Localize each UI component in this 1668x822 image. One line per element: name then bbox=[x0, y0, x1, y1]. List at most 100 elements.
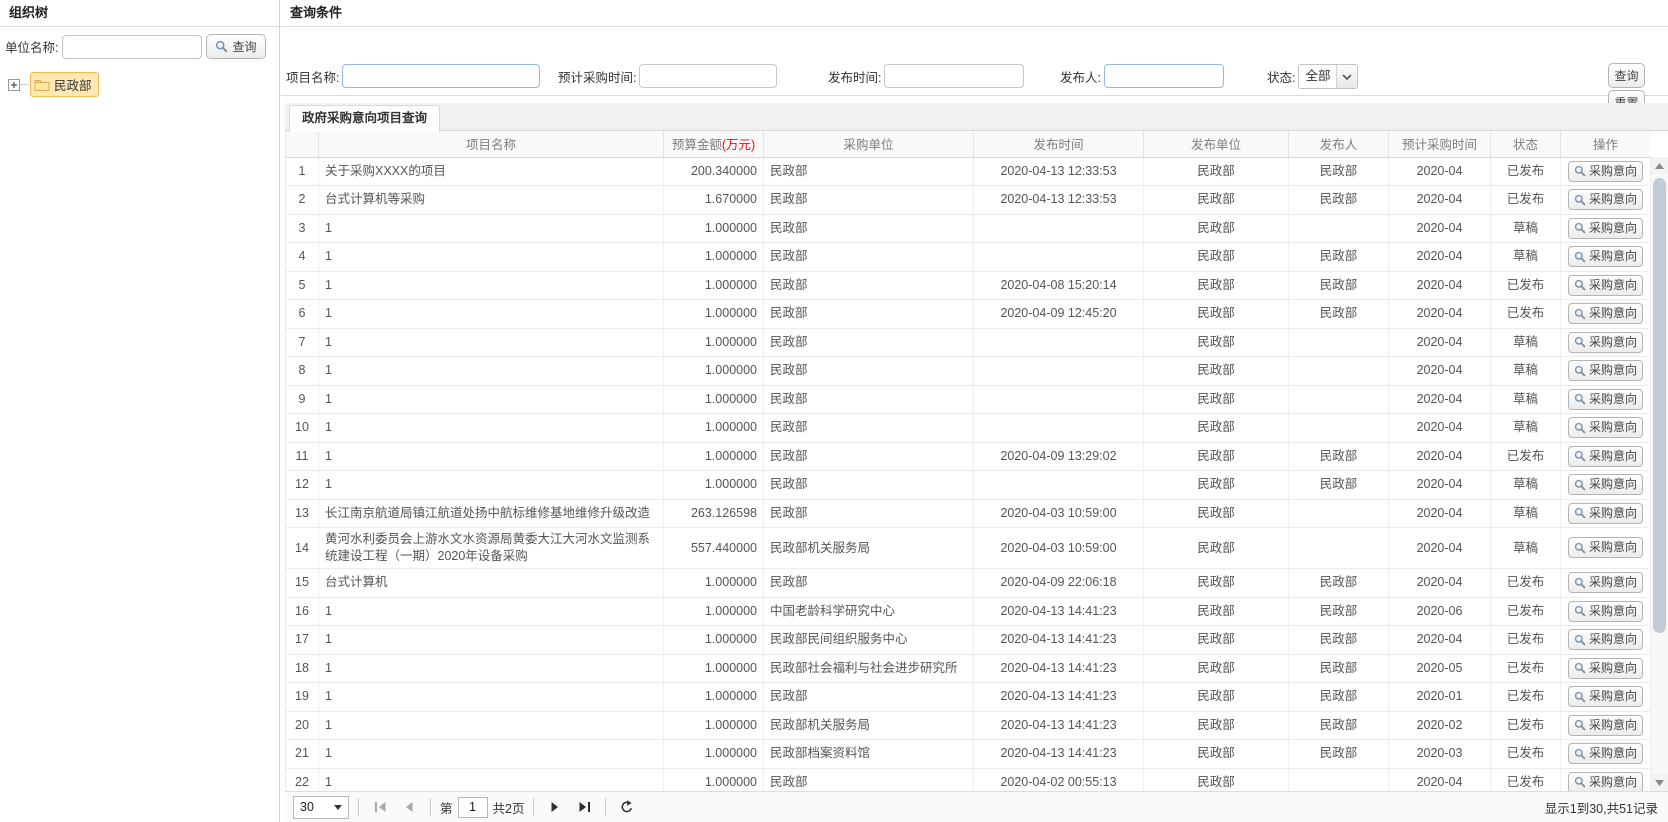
cell-publisher bbox=[1289, 414, 1389, 443]
cell-publish-time: 2020-04-13 14:41:23 bbox=[974, 711, 1144, 740]
col-action: 操作 bbox=[1561, 131, 1651, 157]
vertical-scrollbar[interactable] bbox=[1650, 157, 1668, 791]
cell-project-name: 1 bbox=[319, 711, 664, 740]
view-intention-button[interactable]: 采购意向 bbox=[1568, 686, 1643, 707]
search-icon bbox=[1574, 393, 1586, 405]
col-publish-unit: 发布单位 bbox=[1144, 131, 1289, 157]
cell-publish-unit: 民政部 bbox=[1144, 414, 1289, 443]
view-intention-button[interactable]: 采购意向 bbox=[1568, 189, 1643, 210]
view-intention-button[interactable]: 采购意向 bbox=[1568, 275, 1643, 296]
cell-publisher: 民政部 bbox=[1289, 186, 1389, 215]
cell-action: 采购意向 bbox=[1561, 214, 1651, 243]
status-select[interactable]: 全部 bbox=[1298, 64, 1358, 89]
cell-action: 采购意向 bbox=[1561, 471, 1651, 500]
view-intention-button[interactable]: 采购意向 bbox=[1568, 772, 1643, 792]
org-search-button[interactable]: 查询 bbox=[206, 34, 265, 59]
view-intention-button[interactable]: 采购意向 bbox=[1568, 303, 1643, 324]
search-icon bbox=[1574, 748, 1586, 760]
cell-expected-time: 2020-03 bbox=[1389, 740, 1491, 769]
cell-publish-unit: 民政部 bbox=[1144, 499, 1289, 528]
cell-purchaser: 民政部 bbox=[764, 300, 974, 329]
view-intention-button[interactable]: 采购意向 bbox=[1568, 360, 1643, 381]
col-publisher: 发布人 bbox=[1289, 131, 1389, 157]
publish-time-input[interactable] bbox=[884, 64, 1024, 88]
expected-time-input[interactable] bbox=[639, 64, 777, 88]
query-search-button[interactable]: 查询 bbox=[1608, 63, 1645, 88]
col-budget: 预算金额(万元) bbox=[664, 131, 764, 157]
expected-time-field: 预计采购时间: bbox=[558, 64, 777, 88]
view-intention-button[interactable]: 采购意向 bbox=[1568, 658, 1643, 679]
chevron-down-icon[interactable] bbox=[1336, 65, 1357, 88]
cell-purchaser: 民政部 bbox=[764, 683, 974, 712]
cell-budget: 1.000000 bbox=[664, 357, 764, 386]
prev-page-button[interactable] bbox=[397, 795, 421, 819]
status-badge: 草稿 bbox=[1491, 385, 1561, 414]
scroll-down-icon[interactable] bbox=[1651, 774, 1668, 791]
view-intention-button[interactable]: 采购意向 bbox=[1568, 503, 1643, 524]
cell-project-name: 1 bbox=[319, 357, 664, 386]
view-intention-button[interactable]: 采购意向 bbox=[1568, 743, 1643, 764]
scroll-up-icon[interactable] bbox=[1651, 157, 1668, 174]
cell-action: 采购意向 bbox=[1561, 157, 1651, 186]
cell-publisher bbox=[1289, 528, 1389, 569]
cell-publisher: 民政部 bbox=[1289, 740, 1389, 769]
next-page-button[interactable] bbox=[543, 795, 567, 819]
page-number-input[interactable] bbox=[458, 797, 488, 818]
view-intention-button[interactable]: 采购意向 bbox=[1568, 218, 1643, 239]
cell-publish-unit: 民政部 bbox=[1144, 385, 1289, 414]
view-intention-button[interactable]: 采购意向 bbox=[1568, 332, 1643, 353]
view-intention-button[interactable]: 采购意向 bbox=[1568, 537, 1643, 558]
cell-publisher: 民政部 bbox=[1289, 471, 1389, 500]
search-icon bbox=[1574, 479, 1586, 491]
search-icon bbox=[1574, 605, 1586, 617]
cell-project-name: 1 bbox=[319, 740, 664, 769]
cell-action: 采购意向 bbox=[1561, 683, 1651, 712]
view-intention-button[interactable]: 采购意向 bbox=[1568, 474, 1643, 495]
view-intention-label: 采购意向 bbox=[1589, 419, 1637, 436]
table-row: 18 1 1.000000 民政部社会福利与社会进步研究所 2020-04-13… bbox=[286, 654, 1651, 683]
view-intention-button[interactable]: 采购意向 bbox=[1568, 629, 1643, 650]
view-intention-button[interactable]: 采购意向 bbox=[1568, 601, 1643, 622]
scrollbar-thumb[interactable] bbox=[1653, 178, 1666, 633]
unit-name-input[interactable] bbox=[62, 35, 202, 59]
view-intention-button[interactable]: 采购意向 bbox=[1568, 417, 1643, 438]
cell-budget: 1.000000 bbox=[664, 442, 764, 471]
project-name-input[interactable] bbox=[342, 64, 540, 88]
cell-publisher: 民政部 bbox=[1289, 683, 1389, 712]
cell-action: 采购意向 bbox=[1561, 414, 1651, 443]
cell-project-name: 1 bbox=[319, 328, 664, 357]
cell-publish-time bbox=[974, 385, 1144, 414]
view-intention-button[interactable]: 采购意向 bbox=[1568, 246, 1643, 267]
view-intention-label: 采购意向 bbox=[1589, 305, 1637, 322]
table-row: 2 台式计算机等采购 1.670000 民政部 2020-04-13 12:33… bbox=[286, 186, 1651, 215]
publisher-input[interactable] bbox=[1104, 64, 1224, 88]
view-intention-button[interactable]: 采购意向 bbox=[1568, 446, 1643, 467]
view-intention-button[interactable]: 采购意向 bbox=[1568, 161, 1643, 182]
page-size-select[interactable]: 30 bbox=[293, 796, 349, 819]
query-conditions-title: 查询条件 bbox=[281, 0, 1668, 27]
refresh-button[interactable] bbox=[615, 795, 639, 819]
tree-node-civil-affairs[interactable]: 民政部 bbox=[8, 72, 279, 97]
page-prefix-label: 第 bbox=[440, 798, 453, 817]
cell-action: 采购意向 bbox=[1561, 186, 1651, 215]
cell-purchaser: 民政部 bbox=[764, 357, 974, 386]
search-icon bbox=[215, 40, 228, 53]
view-intention-button[interactable]: 采购意向 bbox=[1568, 572, 1643, 593]
view-intention-button[interactable]: 采购意向 bbox=[1568, 389, 1643, 410]
row-number: 5 bbox=[286, 271, 319, 300]
last-page-button[interactable] bbox=[572, 795, 596, 819]
cell-action: 采购意向 bbox=[1561, 768, 1651, 791]
status-badge: 已发布 bbox=[1491, 654, 1561, 683]
cell-publish-unit: 民政部 bbox=[1144, 328, 1289, 357]
row-number: 6 bbox=[286, 300, 319, 329]
cell-project-name: 1 bbox=[319, 442, 664, 471]
status-badge: 已发布 bbox=[1491, 300, 1561, 329]
table-row: 3 1 1.000000 民政部 民政部 2020-04 草稿 采购意向 bbox=[286, 214, 1651, 243]
view-intention-button[interactable]: 采购意向 bbox=[1568, 715, 1643, 736]
expand-plus-icon[interactable] bbox=[8, 79, 20, 91]
view-intention-label: 采购意向 bbox=[1589, 774, 1637, 791]
cell-expected-time: 2020-04 bbox=[1389, 528, 1491, 569]
tree-node-selected[interactable]: 民政部 bbox=[30, 72, 99, 97]
tab-procurement-intention-query[interactable]: 政府采购意向项目查询 bbox=[289, 105, 440, 132]
first-page-button[interactable] bbox=[368, 795, 392, 819]
